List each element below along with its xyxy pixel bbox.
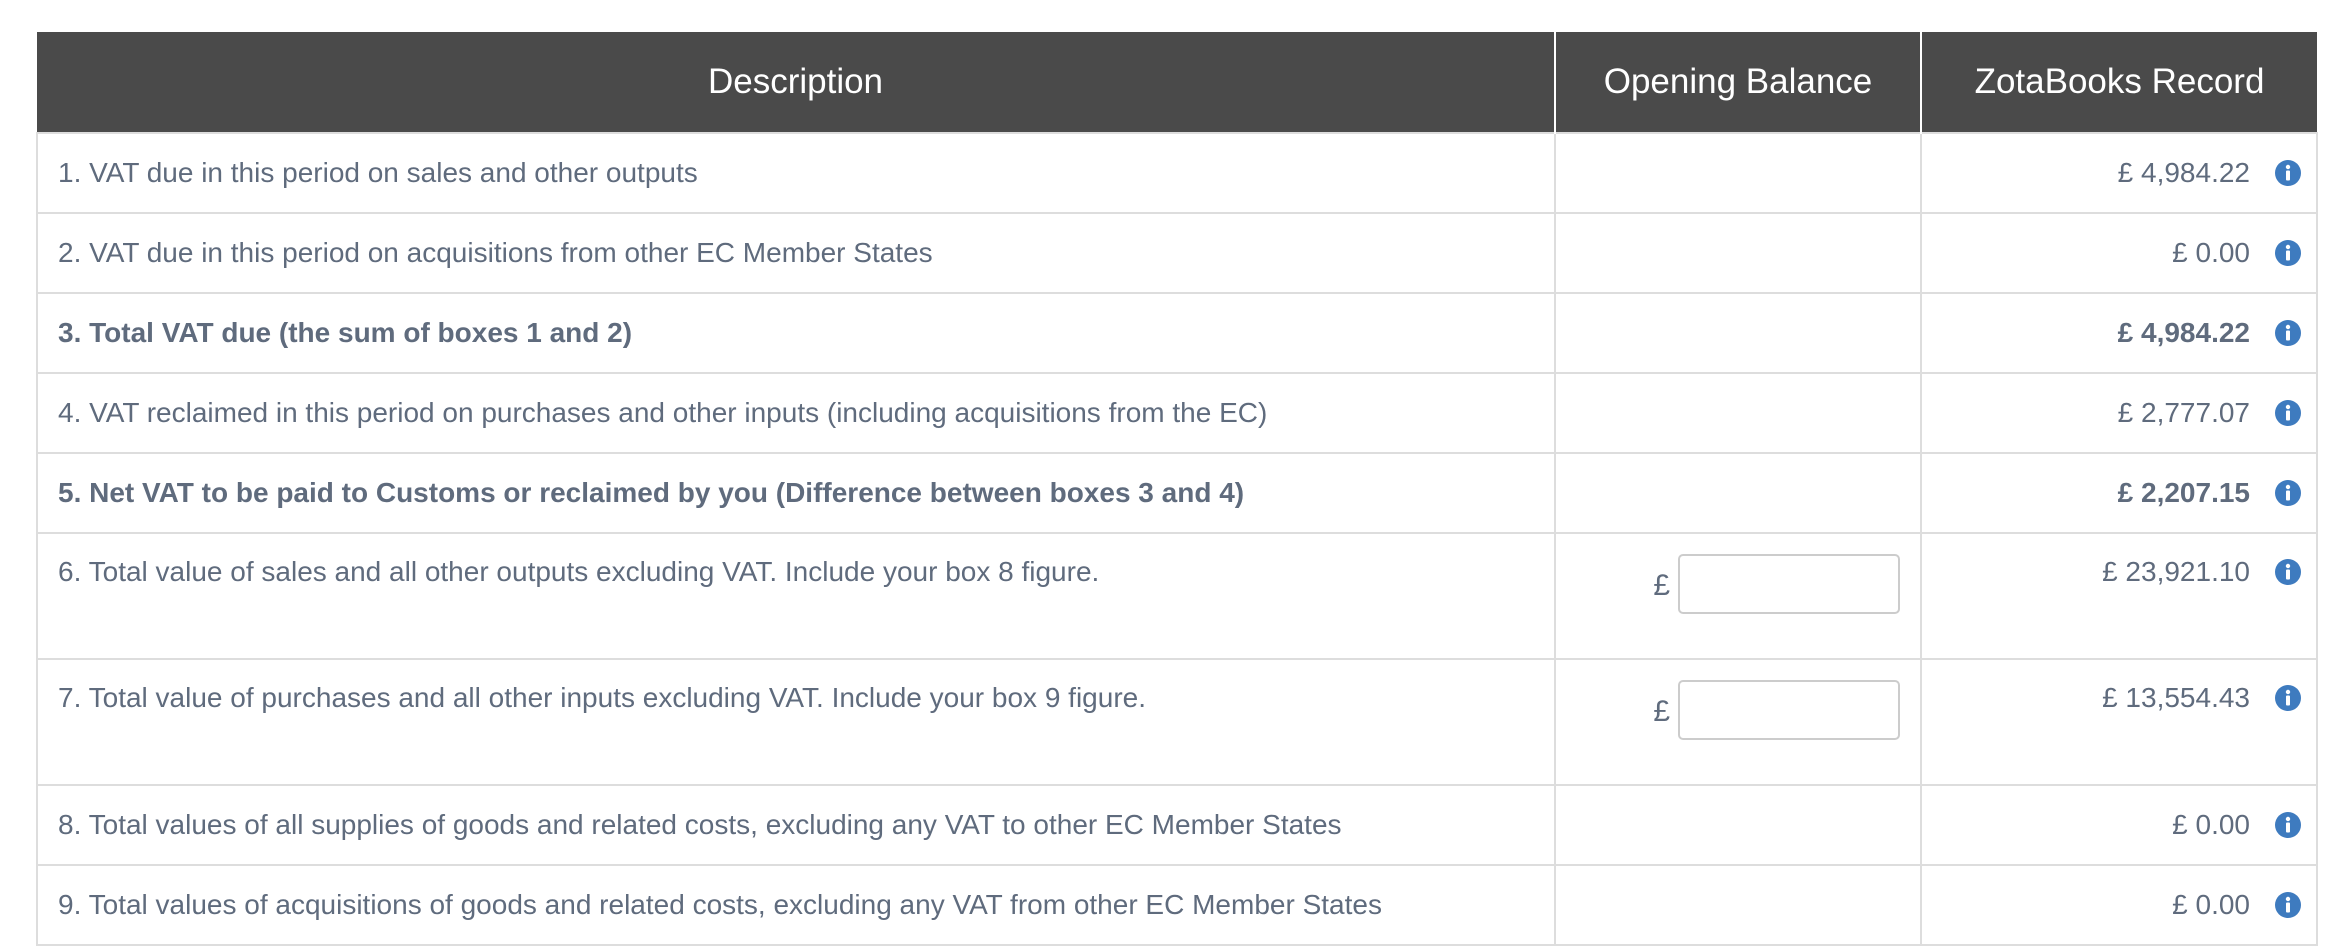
- info-icon[interactable]: [2274, 479, 2302, 507]
- row-description: 1. VAT due in this period on sales and o…: [36, 132, 1556, 214]
- record-cell: £ 2,777.07: [1920, 372, 2318, 454]
- record-cell: £ 4,984.22: [1920, 292, 2318, 374]
- record-cell: £ 0.00: [1920, 864, 2318, 946]
- box-6-opening-balance-input[interactable]: [1678, 554, 1900, 614]
- opening-balance-cell: [1554, 132, 1922, 214]
- info-icon[interactable]: [2274, 811, 2302, 839]
- record-value: £ 0.00: [2172, 889, 2250, 920]
- opening-balance-cell: [1554, 452, 1922, 534]
- info-icon[interactable]: [2274, 891, 2302, 919]
- opening-balance-cell: [1554, 372, 1922, 454]
- info-icon[interactable]: [2274, 159, 2302, 187]
- record-value: £ 0.00: [2172, 809, 2250, 840]
- opening-balance-cell: £: [1554, 658, 1922, 786]
- table-body: 1. VAT due in this period on sales and o…: [36, 132, 2318, 946]
- table-row: 1. VAT due in this period on sales and o…: [36, 132, 2318, 214]
- record-cell: £ 0.00: [1920, 212, 2318, 294]
- table-row-total: 3. Total VAT due (the sum of boxes 1 and…: [36, 292, 2318, 374]
- vat-return-panel: Description Opening Balance ZotaBooks Re…: [36, 32, 2318, 946]
- table-row: 6. Total value of sales and all other ou…: [36, 532, 2318, 660]
- record-cell: £ 0.00: [1920, 784, 2318, 866]
- info-icon[interactable]: [2274, 684, 2302, 712]
- record-value: £ 23,921.10: [2102, 556, 2250, 587]
- table-row: 8. Total values of all supplies of goods…: [36, 784, 2318, 866]
- header-opening-balance: Opening Balance: [1554, 32, 1921, 133]
- info-icon[interactable]: [2274, 239, 2302, 267]
- row-description: 4. VAT reclaimed in this period on purch…: [36, 372, 1556, 454]
- info-icon[interactable]: [2274, 319, 2302, 347]
- opening-balance-cell: [1554, 292, 1922, 374]
- opening-balance-cell: [1554, 212, 1922, 294]
- table-row: 9. Total values of acquisitions of goods…: [36, 864, 2318, 946]
- record-value: £ 13,554.43: [2102, 682, 2250, 713]
- row-description: 6. Total value of sales and all other ou…: [36, 532, 1556, 660]
- table-row-total: 5. Net VAT to be paid to Customs or recl…: [36, 452, 2318, 534]
- table-row: 2. VAT due in this period on acquisition…: [36, 212, 2318, 294]
- record-value: £ 4,984.22: [2117, 317, 2250, 348]
- record-cell: £ 13,554.43: [1920, 658, 2318, 786]
- opening-balance-cell: [1554, 784, 1922, 866]
- record-value: £ 4,984.22: [2117, 157, 2250, 188]
- row-description: 2. VAT due in this period on acquisition…: [36, 212, 1556, 294]
- header-row: Description Opening Balance ZotaBooks Re…: [37, 32, 2317, 133]
- header-description: Description: [37, 32, 1555, 133]
- row-description: 3. Total VAT due (the sum of boxes 1 and…: [36, 292, 1556, 374]
- row-description: 5. Net VAT to be paid to Customs or recl…: [36, 452, 1556, 534]
- record-value: £ 2,207.15: [2117, 477, 2250, 508]
- currency-symbol: £: [1653, 569, 1670, 602]
- row-description: 8. Total values of all supplies of goods…: [36, 784, 1556, 866]
- opening-balance-cell: [1554, 864, 1922, 946]
- row-description: 7. Total value of purchases and all othe…: [36, 658, 1556, 786]
- info-icon[interactable]: [2274, 558, 2302, 586]
- currency-symbol: £: [1653, 695, 1670, 728]
- record-value: £ 2,777.07: [2117, 397, 2250, 428]
- info-icon[interactable]: [2274, 399, 2302, 427]
- record-cell: £ 2,207.15: [1920, 452, 2318, 534]
- table-header: Description Opening Balance ZotaBooks Re…: [37, 32, 2317, 133]
- table-row: 4. VAT reclaimed in this period on purch…: [36, 372, 2318, 454]
- vat-return-table: Description Opening Balance ZotaBooks Re…: [36, 32, 2318, 946]
- record-cell: £ 4,984.22: [1920, 132, 2318, 214]
- record-cell: £ 23,921.10: [1920, 532, 2318, 660]
- row-description: 9. Total values of acquisitions of goods…: [36, 864, 1556, 946]
- box-7-opening-balance-input[interactable]: [1678, 680, 1900, 740]
- header-record: ZotaBooks Record: [1920, 32, 2317, 133]
- record-value: £ 0.00: [2172, 237, 2250, 268]
- table-row: 7. Total value of purchases and all othe…: [36, 658, 2318, 786]
- opening-balance-cell: £: [1554, 532, 1922, 660]
